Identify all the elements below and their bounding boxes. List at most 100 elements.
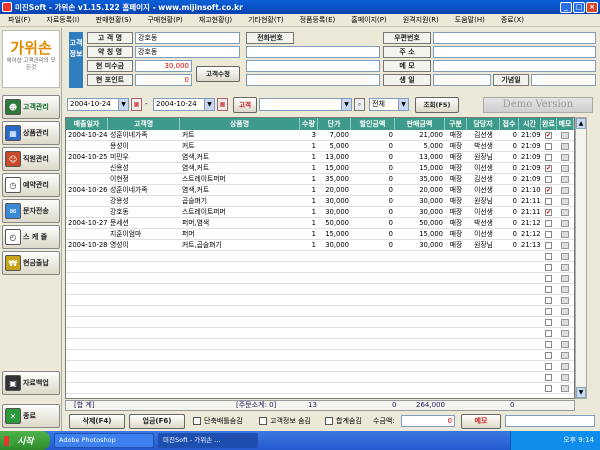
done-checkbox[interactable] [545,286,552,293]
customer-filter-field[interactable]: ▼ [259,98,352,111]
sidebar-customer-button[interactable]: ☻ 고객관리 [2,95,60,119]
col-done[interactable]: 완료 [541,118,557,130]
menu-inventory[interactable]: 재고현황(J) [191,15,240,25]
done-checkbox[interactable] [545,143,552,150]
payment-button[interactable]: 업금(F6) [129,414,185,429]
menu-homepage[interactable]: 홈페이지(P) [343,15,394,25]
memo-cell-button[interactable] [561,165,569,172]
memo-input[interactable] [505,415,595,427]
done-checkbox[interactable] [545,220,552,227]
col-receipt[interactable]: 접수 [500,118,519,130]
points-field[interactable]: 0 [135,74,192,86]
done-checkbox[interactable] [545,330,552,337]
table-row[interactable]: 2004-10-26 성훈이네가족 염색,커트 1 20,000 0 20,000 매장 이선생… [66,185,574,196]
table-row[interactable]: 이현정 스트레이트퍼머 1 35,000 0 35,000 매장 김선생 0 21:09 [66,174,574,185]
scroll-up-icon[interactable]: ▲ [576,118,586,129]
col-date[interactable]: 매출일자 [66,118,108,130]
memo-cell-button[interactable] [561,242,569,249]
search-icon[interactable]: ⌕ [354,98,365,111]
short-name-field[interactable]: 강호동 [135,46,240,58]
table-row[interactable]: 2004-10-25 미민우 염색,커트 1 13,000 0 13,000 매장 원장님 0 21… [66,152,574,163]
unpaid-field[interactable]: 30,000 [135,60,192,72]
table-row[interactable]: 2004-10-24 성훈이네가족 커트 3 7,000 0 21,000 매장 김선생 0 21:… [66,130,574,141]
anniversary-field[interactable] [531,74,596,86]
amount-field[interactable]: 0 [401,415,455,427]
table-row[interactable]: 강용성 곱슬펴기 1 30,000 0 30,000 매장 원장님 0 21:11 [66,196,574,207]
sidebar-product-button[interactable]: ▦ 상품관리 [2,121,60,145]
table-row[interactable]: 지훈이엄마 퍼머 1 15,000 0 15,000 매장 이선생 0 21:12 [66,229,574,240]
calendar-icon[interactable]: ▦ [131,98,142,111]
phone-field-1[interactable] [246,46,380,58]
chevron-down-icon[interactable]: ▼ [204,99,214,110]
maximize-button[interactable]: □ [573,1,585,13]
col-type[interactable]: 구분 [445,118,467,130]
col-memo[interactable]: 메모 [557,118,574,130]
close-button[interactable]: × [586,1,598,13]
hide-customer-info-checkbox[interactable] [259,417,267,425]
col-time[interactable]: 시간 [519,118,541,130]
done-checkbox[interactable] [545,176,552,183]
done-checkbox[interactable] [545,231,552,238]
delete-button[interactable]: 삭제(F4) [69,414,125,429]
menu-exit[interactable]: 종료(X) [493,15,532,25]
col-staff[interactable]: 담당자 [467,118,500,130]
memo-cell-button[interactable] [561,132,569,139]
memo-cell-button[interactable] [561,220,569,227]
search-button[interactable]: 조회(F5) [415,97,459,113]
done-checkbox[interactable]: ✔ [545,187,552,194]
taskbar-photoshop[interactable]: Adobe Photoshop [54,433,154,448]
memo-cell-button[interactable] [561,264,569,271]
done-checkbox[interactable] [545,264,552,271]
memo-cell-button[interactable] [561,341,569,348]
memo-field[interactable] [433,60,596,72]
phone-field-3[interactable] [246,74,380,86]
table-row[interactable]: 신용성 염색,커트 1 15,000 0 15,000 매장 이선생 0 21:09 ✔ [66,163,574,174]
menu-file[interactable]: 파일(F) [0,15,38,25]
scroll-down-icon[interactable]: ▼ [576,387,586,398]
table-row[interactable]: 용성이 커트 1 5,000 0 5,000 매장 박선생 0 21:09 [66,141,574,152]
memo-cell-button[interactable] [561,308,569,315]
done-checkbox[interactable] [545,385,552,392]
customer-filter-label[interactable]: 고객 [233,97,257,113]
sidebar-staff-button[interactable]: ☺ 직원관리 [2,147,60,171]
menu-remote[interactable]: 원격지원(R) [395,15,447,25]
col-qty[interactable]: 수량 [300,118,318,130]
phone-field-2[interactable] [246,60,380,72]
menu-purchase[interactable]: 구매현황(P) [139,15,190,25]
sidebar-sms-button[interactable]: ✉ 문자전송 [2,199,60,223]
memo-cell-button[interactable] [561,352,569,359]
taskbar-app[interactable]: 미진Soft - 가위손 ... [158,433,258,448]
memo-cell-button[interactable] [561,385,569,392]
col-amount[interactable]: 판매금액 [395,118,445,130]
done-checkbox[interactable] [545,363,552,370]
done-checkbox[interactable] [545,198,552,205]
done-checkbox[interactable] [545,341,552,348]
menu-help[interactable]: 도움말(H) [447,15,493,25]
done-checkbox[interactable]: ✔ [545,209,552,216]
start-button[interactable]: 시작 [0,431,50,450]
col-customer[interactable]: 고객명 [108,118,180,130]
memo-cell-button[interactable] [561,209,569,216]
sidebar-cash-button[interactable]: ₩ 현금출납 [2,251,60,275]
sidebar-reservation-button[interactable]: ◷ 예약관리 [2,173,60,197]
memo-cell-button[interactable] [561,286,569,293]
address-field[interactable] [433,46,596,58]
chevron-down-icon[interactable]: ▼ [341,99,351,110]
memo-cell-button[interactable] [561,297,569,304]
done-checkbox[interactable]: ✔ [545,132,552,139]
zip-field[interactable] [433,32,596,44]
done-checkbox[interactable] [545,242,552,249]
col-discount[interactable]: 할인금액 [351,118,395,130]
done-checkbox[interactable] [545,319,552,326]
memo-cell-button[interactable] [561,198,569,205]
menu-data-register[interactable]: 자료등록(I) [38,15,87,25]
memo-button[interactable]: 메모 [461,414,501,429]
done-checkbox[interactable] [545,297,552,304]
hide-shortcut-checkbox[interactable] [193,417,201,425]
date-to-field[interactable]: 2004-10-24 ▼ [153,98,215,111]
col-product[interactable]: 상품명 [180,118,300,130]
memo-cell-button[interactable] [561,363,569,370]
sidebar-exit-button[interactable]: ✕ 종료 [2,404,60,428]
menu-sales[interactable]: 판매현황(S) [88,15,140,25]
table-row[interactable]: 강호동 스트레이트퍼머 1 30,000 0 30,000 매장 이선생 0 21:11 ✔ [66,207,574,218]
